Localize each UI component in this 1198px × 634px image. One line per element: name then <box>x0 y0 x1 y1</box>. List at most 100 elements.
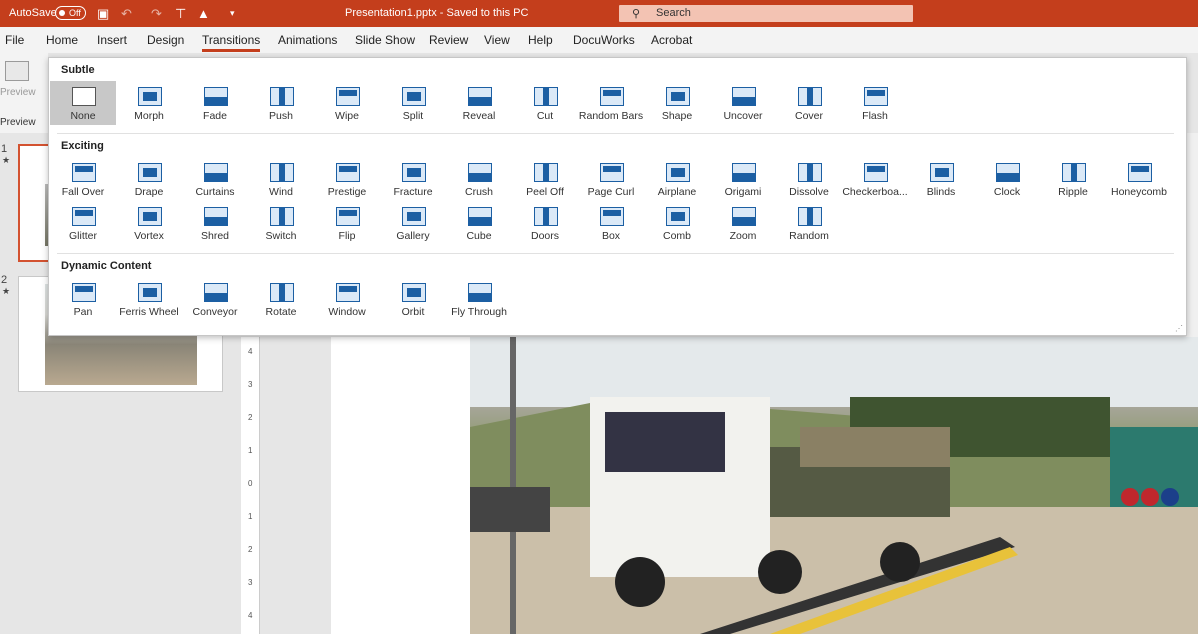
transition-cover[interactable]: Cover <box>776 81 842 125</box>
transition-flip[interactable]: Flip <box>314 201 380 245</box>
menu-design[interactable]: Design <box>147 33 184 47</box>
search-box[interactable]: ⚲ Search <box>619 5 913 22</box>
format-icon[interactable]: ▲ <box>197 6 210 21</box>
transition-uncover[interactable]: Uncover <box>710 81 776 125</box>
transition-flash[interactable]: Flash <box>842 81 908 125</box>
transition-random-bars[interactable]: Random Bars <box>578 81 644 125</box>
menu-transitions[interactable]: Transitions <box>202 33 261 52</box>
menu-help[interactable]: Help <box>528 33 553 47</box>
present-icon[interactable]: ⊤ <box>175 6 186 22</box>
transition-box[interactable]: Box <box>578 201 644 245</box>
transition-doors[interactable]: Doors <box>512 201 578 245</box>
transition-label: Flip <box>338 230 356 242</box>
transition-conveyor[interactable]: Conveyor <box>182 277 248 321</box>
transition-blinds[interactable]: Blinds <box>908 157 974 201</box>
transition-label: Cover <box>794 110 823 122</box>
zoom-transition-icon <box>732 207 756 226</box>
transition-label: Gallery <box>396 230 430 242</box>
slide-number: 2 <box>1 274 8 286</box>
doors-transition-icon <box>534 207 558 226</box>
redo-icon[interactable]: ↷ <box>151 6 162 22</box>
peel-off-transition-icon <box>534 163 558 182</box>
transition-fade[interactable]: Fade <box>182 81 248 125</box>
section-title-dynamic: Dynamic Content <box>61 260 152 272</box>
transition-crush[interactable]: Crush <box>446 157 512 201</box>
transition-label: Fly Through <box>451 306 507 318</box>
transition-dissolve[interactable]: Dissolve <box>776 157 842 201</box>
transition-split[interactable]: Split <box>380 81 446 125</box>
transition-checkerboa[interactable]: Checkerboa... <box>842 157 908 201</box>
transition-origami[interactable]: Origami <box>710 157 776 201</box>
preview-button-label[interactable]: Preview <box>0 87 36 98</box>
transition-zoom[interactable]: Zoom <box>710 201 776 245</box>
customize-qat-icon[interactable]: ▾ <box>230 8 235 19</box>
cover-transition-icon <box>798 87 822 106</box>
transition-ripple[interactable]: Ripple <box>1040 157 1106 201</box>
transition-label: Wipe <box>335 110 359 122</box>
menu-file[interactable]: File <box>5 33 24 47</box>
menu-review[interactable]: Review <box>429 33 468 47</box>
transition-peel-off[interactable]: Peel Off <box>512 157 578 201</box>
transition-reveal[interactable]: Reveal <box>446 81 512 125</box>
ruler-mark: 2 <box>248 413 253 422</box>
transition-wipe[interactable]: Wipe <box>314 81 380 125</box>
autosave-toggle[interactable]: Off <box>55 6 86 20</box>
undo-icon[interactable]: ↶ <box>121 6 132 22</box>
menu-view[interactable]: View <box>484 33 510 47</box>
transition-label: Dissolve <box>789 186 829 198</box>
transition-clock[interactable]: Clock <box>974 157 1040 201</box>
transition-label: Uncover <box>723 110 763 122</box>
preview-icon[interactable] <box>5 61 29 81</box>
transition-rotate[interactable]: Rotate <box>248 277 314 321</box>
transition-prestige[interactable]: Prestige <box>314 157 380 201</box>
truck-photo-illustration <box>470 337 1198 634</box>
clock-transition-icon <box>996 163 1020 182</box>
comb-transition-icon <box>666 207 690 226</box>
transition-comb[interactable]: Comb <box>644 201 710 245</box>
transition-orbit[interactable]: Orbit <box>380 277 446 321</box>
menu-docuworks[interactable]: DocuWorks <box>573 33 635 47</box>
section-divider <box>57 133 1174 134</box>
menu-animations[interactable]: Animations <box>278 33 337 47</box>
transition-switch[interactable]: Switch <box>248 201 314 245</box>
transition-none[interactable]: None <box>50 81 116 125</box>
transition-label: Comb <box>662 230 691 242</box>
transition-curtains[interactable]: Curtains <box>182 157 248 201</box>
transition-drape[interactable]: Drape <box>116 157 182 201</box>
transition-page-curl[interactable]: Page Curl <box>578 157 644 201</box>
slide-photo[interactable] <box>470 337 1198 634</box>
transition-fall-over[interactable]: Fall Over <box>50 157 116 201</box>
transition-label: Wind <box>269 186 293 198</box>
transition-ferris-wheel[interactable]: Ferris Wheel <box>116 277 182 321</box>
transition-label: None <box>70 110 96 122</box>
menu-insert[interactable]: Insert <box>97 33 127 47</box>
save-icon[interactable]: ▣ <box>97 6 109 22</box>
transition-window[interactable]: Window <box>314 277 380 321</box>
transition-cube[interactable]: Cube <box>446 201 512 245</box>
transition-cut[interactable]: Cut <box>512 81 578 125</box>
resize-grip-icon[interactable]: ⋰ <box>1175 324 1183 333</box>
transition-label: Fall Over <box>61 186 105 198</box>
transition-random[interactable]: Random <box>776 201 842 245</box>
transition-honeycomb[interactable]: Honeycomb <box>1106 157 1172 201</box>
transition-morph[interactable]: Morph <box>116 81 182 125</box>
transition-glitter[interactable]: Glitter <box>50 201 116 245</box>
transition-push[interactable]: Push <box>248 81 314 125</box>
transition-label: Ferris Wheel <box>119 306 179 318</box>
transition-label: Origami <box>724 186 762 198</box>
transition-shred[interactable]: Shred <box>182 201 248 245</box>
transitions-gallery: Subtle Exciting Dynamic Content ⋰ None Mo… <box>48 57 1187 336</box>
transition-vortex[interactable]: Vortex <box>116 201 182 245</box>
transition-shape[interactable]: Shape <box>644 81 710 125</box>
transition-wind[interactable]: Wind <box>248 157 314 201</box>
transition-fracture[interactable]: Fracture <box>380 157 446 201</box>
transition-airplane[interactable]: Airplane <box>644 157 710 201</box>
menu-acrobat[interactable]: Acrobat <box>651 33 692 47</box>
menu-home[interactable]: Home <box>46 33 78 47</box>
transition-pan[interactable]: Pan <box>50 277 116 321</box>
vertical-ruler: 4 3 2 1 0 1 2 3 4 <box>241 337 260 634</box>
menu-slide-show[interactable]: Slide Show <box>355 33 415 47</box>
rotate-transition-icon <box>270 283 294 302</box>
transition-gallery[interactable]: Gallery <box>380 201 446 245</box>
transition-fly-through[interactable]: Fly Through <box>446 277 512 321</box>
